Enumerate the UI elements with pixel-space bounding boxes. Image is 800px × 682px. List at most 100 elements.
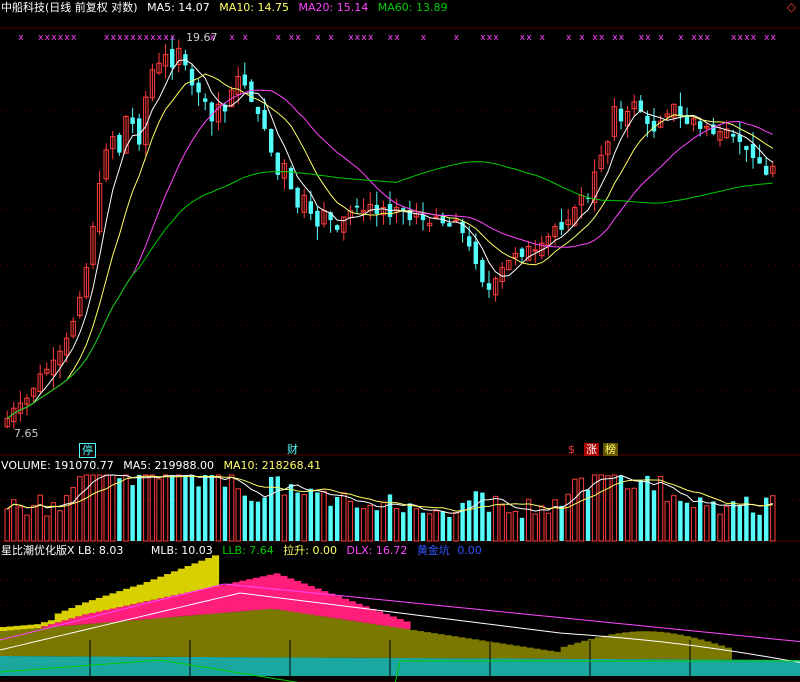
volume-bar [137, 475, 142, 541]
candle-body [130, 117, 135, 124]
indicator-band-olive [47, 627, 56, 657]
indicator-band-pink [225, 583, 233, 613]
indicator-band-olive [232, 611, 240, 658]
signal-mark: x [705, 33, 711, 43]
badge-list[interactable]: 榜 [603, 443, 618, 456]
indicator-band-olive [259, 609, 267, 658]
indicator-band-teal [738, 659, 746, 676]
volume-bar [269, 476, 274, 541]
indicator-band-olive [314, 615, 322, 658]
indicator-band-olive [608, 634, 616, 660]
indicator-band-olive [75, 624, 83, 657]
candle-body [203, 98, 208, 102]
indicator-band-pink [389, 616, 397, 627]
candle-body [559, 221, 564, 230]
indicator-band-olive [287, 611, 295, 658]
volume-bar [130, 485, 135, 541]
volume-bar [170, 475, 175, 541]
volume-bar [460, 502, 465, 541]
volume-bar [770, 495, 776, 542]
indicator-band-olive [6, 630, 14, 657]
candle-body [295, 187, 300, 208]
candle-body [744, 145, 749, 150]
indicator-band-teal [779, 659, 787, 676]
volume-bar [162, 474, 169, 542]
indicator-band-teal [136, 656, 144, 676]
volume-bar [467, 500, 472, 541]
signal-mark: x [157, 33, 163, 43]
indicator-band-olive [211, 613, 220, 658]
signal-mark: x [487, 33, 493, 43]
volume-bar [24, 514, 30, 542]
badge-dollar[interactable]: $ [566, 443, 577, 456]
badge-finance[interactable]: 财 [285, 443, 300, 456]
volume-bar [473, 491, 478, 541]
indicator-band-teal [205, 657, 213, 676]
indicator-band-yellow [47, 620, 56, 625]
indicator-band-teal [246, 657, 254, 676]
indicator-band-yellow [177, 568, 185, 594]
indicator-band-olive [369, 623, 377, 658]
signal-mark: x [58, 33, 64, 43]
ma10-value: MA10: 14.75 [219, 1, 290, 14]
indicator-band-teal [772, 659, 780, 676]
indicator-band-olive [430, 633, 438, 659]
candle-body [433, 216, 439, 219]
indicator-band-yellow [211, 555, 220, 587]
badge-limit-up[interactable]: 涨 [584, 443, 599, 456]
indicator-band-teal [54, 656, 62, 676]
indicator-header: 星比潮优化版X LB: 8.03 MLB: 10.03 LLB: 7.64 拉升… [1, 544, 488, 558]
volume-bar [249, 500, 254, 541]
volume-bar [426, 513, 433, 542]
indicator-band-olive [690, 637, 698, 660]
indicator-band-olive [362, 622, 370, 658]
indicator-band-yellow [143, 582, 151, 602]
indicator-band-olive [136, 619, 144, 657]
indicator-band-teal [177, 656, 185, 676]
indicator-band-pink [266, 574, 274, 609]
indicator-band-olive [95, 623, 103, 657]
volume-bar [288, 484, 294, 541]
ma5-line [6, 59, 774, 419]
volume-bar [374, 510, 379, 541]
indicator-band-yellow [41, 622, 49, 627]
volume-bar [401, 512, 406, 541]
indicator-band-olive [13, 629, 21, 657]
indicator-band-teal [307, 657, 315, 676]
badge-suspended[interactable]: 停 [79, 443, 96, 458]
indicator-band-yellow [6, 626, 14, 631]
indicator-band-olive [218, 612, 226, 658]
diamond-icon[interactable]: ◇ [787, 0, 796, 14]
indicator-band-olive [704, 641, 712, 660]
indicator-band-teal [34, 656, 42, 676]
indicator-band-olive [341, 619, 350, 658]
indicator-band-yellow [34, 624, 42, 629]
ma20-line [6, 89, 773, 419]
indicator-band-olive [150, 618, 158, 657]
indicator-band-teal [594, 658, 603, 676]
indicator-band-olive [471, 639, 479, 659]
indicator-band-pink [102, 610, 110, 623]
volume-bar [90, 474, 96, 542]
signal-mark: x [678, 33, 684, 43]
signal-mark: x [579, 33, 585, 43]
indicator-band-yellow [27, 624, 35, 629]
indicator-band-yellow [13, 625, 21, 630]
volume-bar [631, 487, 637, 542]
volume-bar [598, 474, 604, 542]
volume-bar [420, 512, 426, 541]
indicator-band-teal [382, 657, 391, 676]
volume-bar [354, 507, 360, 541]
signal-mark: x [520, 33, 526, 43]
chart-canvas[interactable]: xxxxxxxxxxxxxxxxxxxxxxxxxxxxxxxxxxxxxxxx… [0, 0, 800, 682]
price-header: 中船科技(日线 前复权 对数) MA5: 14.07 MA10: 14.75 M… [1, 1, 453, 15]
indicator-band-olive [205, 614, 213, 658]
candle-body [269, 129, 274, 153]
indicator-band-teal [362, 657, 370, 676]
ma20-value: MA20: 15.14 [298, 1, 369, 14]
indicator-band-olive [533, 648, 541, 659]
indicator-band-pink [157, 598, 165, 618]
indicator-band-olive [499, 643, 507, 659]
signal-mark: x [764, 33, 770, 43]
signal-mark: x [480, 33, 486, 43]
